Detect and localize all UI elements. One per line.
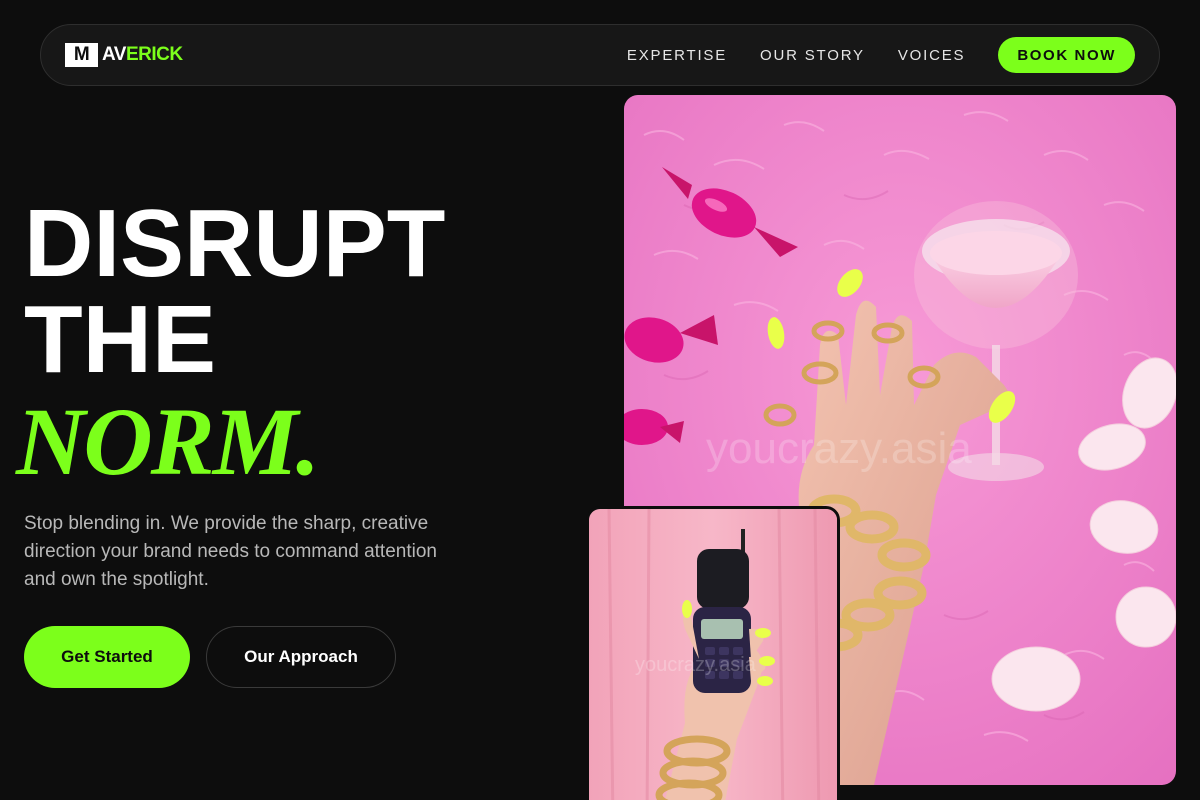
small-watermark: youcrazy.asia bbox=[635, 654, 757, 676]
our-approach-button[interactable]: Our Approach bbox=[206, 626, 396, 688]
navbar: M AV ERICK EXPERTISE OUR STORY VOICES BO… bbox=[40, 24, 1160, 86]
logo[interactable]: M AV ERICK bbox=[65, 43, 183, 67]
nav-link-our-story[interactable]: OUR STORY bbox=[760, 47, 865, 64]
landing-page: M AV ERICK EXPERTISE OUR STORY VOICES BO… bbox=[0, 0, 1200, 800]
hero-subtext: Stop blending in. We provide the sharp, … bbox=[24, 513, 437, 590]
nav-link-expertise[interactable]: EXPERTISE bbox=[627, 47, 727, 64]
phone-illustration: youcrazy.asia bbox=[589, 509, 837, 800]
main-watermark: youcrazy.asia bbox=[706, 424, 972, 473]
logo-text-accent: ERICK bbox=[125, 44, 183, 65]
book-now-button[interactable]: BOOK NOW bbox=[998, 37, 1135, 73]
hero-headline: DISRUPT THE NORM. bbox=[16, 190, 446, 490]
logo-mark: M bbox=[65, 43, 98, 67]
headline-line-the: THE bbox=[24, 286, 216, 393]
nav-link-voices[interactable]: VOICES bbox=[898, 47, 965, 64]
get-started-button[interactable]: Get Started bbox=[24, 626, 190, 688]
headline-line-norm: NORM. bbox=[16, 388, 320, 495]
nav-menu: EXPERTISE OUR STORY VOICES BOOK NOW bbox=[627, 37, 1135, 73]
hero-image-phone: youcrazy.asia bbox=[586, 506, 840, 800]
logo-text-white: AV bbox=[102, 44, 126, 65]
headline-line-disrupt: DISRUPT bbox=[24, 190, 446, 297]
